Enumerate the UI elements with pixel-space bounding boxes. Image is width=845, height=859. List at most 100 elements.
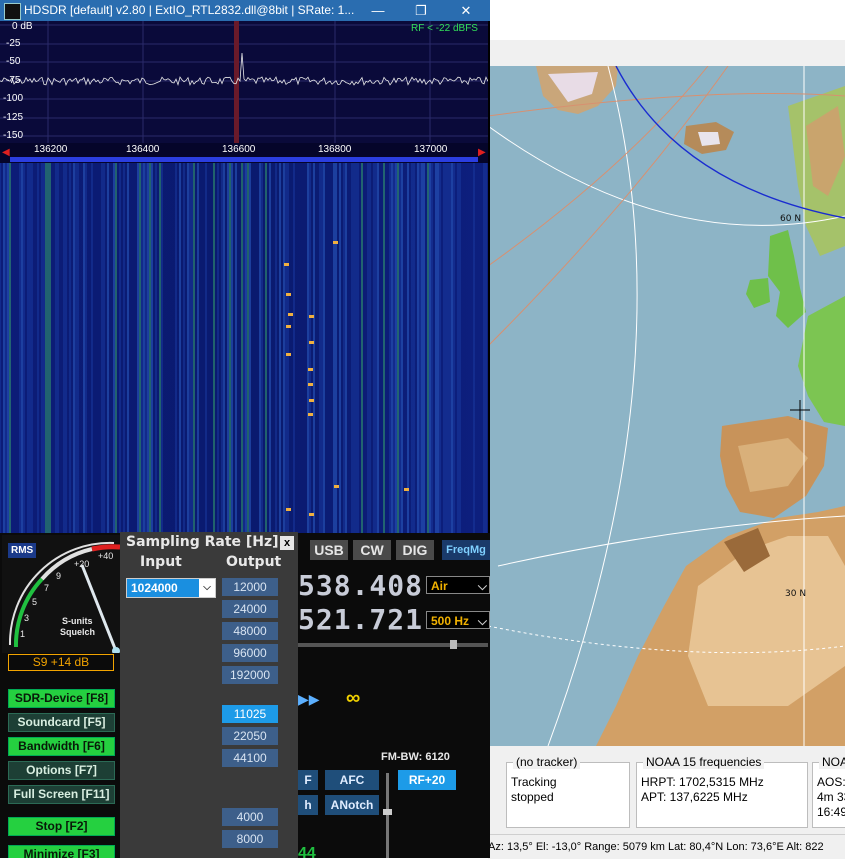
partial-bottom-text: 44 — [298, 845, 316, 858]
output-rate-option[interactable]: 192000 — [222, 666, 278, 684]
waterfall-signal — [286, 293, 291, 296]
output-rate-option[interactable]: 11025 — [222, 705, 278, 723]
frequencies-group: NOAA 15 frequencies HRPT: 1702,5315 MHz … — [636, 755, 808, 828]
map-drawing — [488, 66, 845, 746]
spectrum-display[interactable]: 0 dB -25 -50 -75 -100 -125 -150 RF < -22… — [0, 21, 489, 143]
waterfall-signal — [404, 488, 409, 491]
maximize-window-button[interactable]: ❐ — [401, 0, 441, 21]
rf-level-readout: RF < -22 dBFS — [411, 23, 478, 34]
rf20-button[interactable]: RF+20 — [398, 770, 456, 790]
loop-icon[interactable]: ∞ — [346, 687, 360, 710]
anotch-button[interactable]: ANotch — [325, 795, 379, 815]
close-icon[interactable]: x — [280, 536, 294, 550]
tracker-title: (no tracker) — [513, 755, 581, 769]
apt-freq: APT: 137,6225 MHz — [641, 790, 748, 804]
freq-tick: 137000 — [414, 144, 448, 155]
chevron-down-icon: ⌵ — [477, 614, 487, 628]
waterfall-signal — [309, 315, 314, 318]
map-top-area — [488, 0, 845, 40]
waterfall-signal — [286, 325, 291, 328]
info-panels: (no tracker) Tracking stopped NOAA 15 fr… — [488, 746, 845, 834]
partial-f-button[interactable]: F — [298, 770, 318, 790]
db-tick-125: -125 — [3, 112, 24, 123]
spectrum-plot — [0, 21, 489, 143]
waterfall-signal — [334, 485, 339, 488]
output-rate-option[interactable]: 24000 — [222, 600, 278, 618]
hrpt-freq: HRPT: 1702,5315 MHz — [641, 775, 764, 789]
lat-60-label: 60 N — [780, 214, 802, 224]
step-dropdown[interactable]: 500 Hz ⌵ — [426, 611, 490, 629]
satellite-map[interactable]: 60 N 30 N — [488, 66, 845, 746]
lo-frequency[interactable]: 538.408 — [298, 569, 423, 602]
output-rate-option[interactable]: 96000 — [222, 644, 278, 662]
input-rate-value: 1024000 — [131, 581, 178, 595]
band-dropdown[interactable]: Air ⌵ — [426, 576, 490, 594]
waterfall-signal — [286, 353, 291, 356]
fm-bw-slider[interactable] — [386, 773, 389, 858]
output-rate-option[interactable]: 48000 — [222, 622, 278, 640]
fm-bw-slider-handle[interactable] — [383, 809, 392, 815]
rms-button[interactable]: RMS — [8, 543, 37, 558]
s-scale-40: +40 — [98, 551, 114, 561]
time-line: 16:49- — [817, 805, 845, 819]
title-bar[interactable]: HDSDR [default] v2.80 | ExtIO_RTL2832.dl… — [0, 0, 490, 21]
tune-frequency[interactable]: 521.721 — [298, 603, 423, 636]
output-rate-option[interactable]: 4000 — [222, 808, 278, 826]
nav-forward-icon[interactable]: ▶▶ — [298, 691, 320, 708]
tracker-line1: Tracking — [511, 775, 557, 789]
band-dropdown-value: Air — [431, 579, 448, 593]
s-meter-readout: S9 +14 dB — [8, 654, 114, 671]
function-button[interactable]: Bandwidth [F6] — [8, 737, 115, 756]
function-button[interactable]: Options [F7] — [8, 761, 115, 780]
tuning-slider-handle[interactable] — [450, 640, 457, 649]
frequency-scale[interactable]: ◀ ▶ 136200 136400 136600 136800 137000 — [0, 143, 488, 163]
s-scale-9: 9 — [56, 571, 62, 581]
freq-mgr-button[interactable]: FreqMg — [442, 540, 490, 560]
waterfall-signal — [308, 413, 313, 416]
duration-line: 4m 33 — [817, 790, 845, 804]
squelch-caption: Squelch — [60, 627, 96, 637]
map-window: 60 N 30 N (no tracker) Tracking stopped … — [488, 0, 845, 859]
step-dropdown-value: 500 Hz — [431, 614, 470, 628]
next-pass-group: NOA AOS: 1 4m 33 16:49- — [812, 755, 845, 828]
function-button[interactable]: Full Screen [F11] — [8, 785, 115, 804]
db-tick-25: -25 — [6, 38, 21, 49]
hdsdr-app-icon — [4, 3, 21, 20]
waterfall-signal — [286, 508, 291, 511]
output-rate-option[interactable]: 44100 — [222, 749, 278, 767]
status-text: Az: 13,5° El: -13,0° Range: 5079 km Lat:… — [488, 841, 824, 853]
fm-bw-label: FM-BW: 6120 — [381, 751, 450, 763]
tracker-line2: stopped — [511, 790, 554, 804]
close-window-button[interactable]: ✕ — [446, 0, 486, 21]
next-pass-title: NOA — [819, 755, 845, 769]
output-rate-option[interactable]: 8000 — [222, 830, 278, 848]
mode-usb-button[interactable]: USB — [310, 540, 348, 560]
mode-dig-button[interactable]: DIG — [396, 540, 434, 560]
aos-line: AOS: 1 — [817, 775, 845, 789]
waterfall-signal — [333, 241, 338, 244]
mode-cw-button[interactable]: CW — [353, 540, 391, 560]
function-button[interactable]: SDR-Device [F8] — [8, 689, 115, 708]
output-rate-option[interactable]: 22050 — [222, 727, 278, 745]
function-button[interactable]: Soundcard [F5] — [8, 713, 115, 732]
waterfall-display[interactable] — [0, 163, 488, 533]
minimize-window-button[interactable]: — — [358, 0, 398, 21]
waterfall-signal — [309, 513, 314, 516]
function-button[interactable]: Minimize [F3] — [8, 845, 115, 858]
map-toolbar — [488, 40, 845, 67]
lat-30-label: 30 N — [785, 589, 807, 599]
scroll-left-icon[interactable]: ◀ — [2, 147, 10, 158]
freq-tick: 136800 — [318, 144, 352, 155]
s-scale-5: 5 — [32, 597, 38, 607]
tuning-slider[interactable] — [298, 643, 488, 647]
function-button[interactable]: Stop [F2] — [8, 817, 115, 836]
waterfall-signal — [284, 263, 289, 266]
s-scale-20: +20 — [74, 559, 90, 569]
s-meter: RMS 1 3 5 7 9 +20 +40 S-units Squelch — [2, 535, 121, 655]
scroll-right-icon[interactable]: ▶ — [478, 147, 486, 158]
waterfall-signal — [308, 368, 313, 371]
afc-button[interactable]: AFC — [325, 770, 379, 790]
output-rate-option[interactable]: 12000 — [222, 578, 278, 596]
partial-h-button[interactable]: h — [298, 795, 318, 815]
input-rate-dropdown[interactable]: 1024000 ⌵ — [126, 578, 216, 598]
